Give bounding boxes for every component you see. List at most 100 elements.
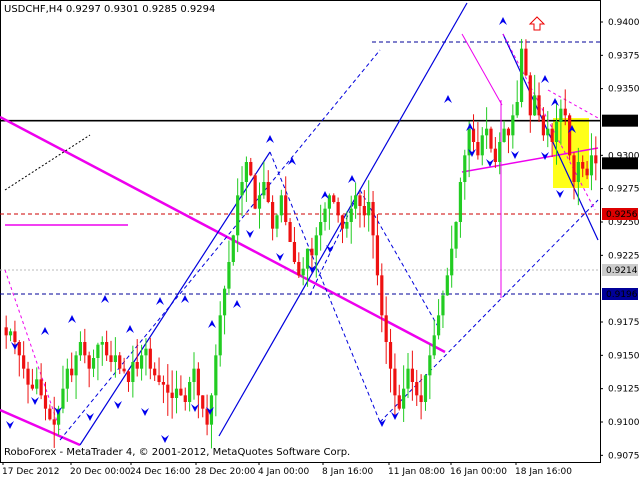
candle-body	[61, 388, 65, 409]
candle-body	[314, 235, 318, 256]
candle-body	[428, 355, 432, 376]
candle-body	[585, 168, 589, 176]
candle-body	[240, 182, 244, 196]
candle-body	[139, 355, 144, 369]
candle	[231, 234, 235, 266]
candle-body	[13, 331, 17, 342]
candle-body	[498, 142, 502, 162]
candle-body	[284, 195, 288, 222]
candle-body	[471, 128, 476, 142]
candle-body	[170, 392, 174, 398]
candle-body	[100, 342, 104, 345]
candle-body	[432, 335, 436, 356]
candle-body	[506, 128, 511, 136]
candle-body	[266, 182, 270, 202]
candle-body	[105, 342, 109, 356]
candle-body	[537, 95, 541, 116]
candle-body	[78, 342, 83, 356]
candle-body	[581, 162, 585, 169]
candle-body	[188, 382, 192, 402]
candle-body	[231, 235, 235, 262]
candle-body	[554, 122, 559, 142]
candle-body	[367, 202, 371, 216]
candle-body	[541, 115, 546, 136]
candle-body	[196, 368, 200, 396]
price-tag-label: 0.9256	[606, 210, 638, 220]
candle-body	[227, 262, 231, 289]
candle-body	[257, 195, 262, 209]
candle-body	[166, 384, 170, 393]
candle-body	[122, 368, 126, 372]
candle-body	[52, 419, 56, 425]
candle-body	[275, 215, 279, 229]
x-tick-label: 24 Dec 16:00	[130, 467, 191, 477]
candle-body	[340, 215, 345, 229]
candle-body	[393, 368, 397, 396]
candle-body	[297, 262, 301, 276]
candle-body	[576, 162, 580, 182]
candle-body	[96, 344, 100, 358]
candle-body	[419, 395, 423, 402]
candle-body	[371, 202, 375, 236]
candle-body	[336, 202, 340, 216]
candle-body	[153, 368, 157, 376]
candle-body	[375, 235, 380, 276]
x-tick-label: 20 Dec 00:00	[70, 467, 131, 477]
x-tick-label: 4 Jan 00:00	[258, 467, 310, 477]
x-tick-label: 17 Dec 2012	[2, 467, 60, 477]
candle-body	[144, 348, 148, 356]
x-tick-label: 28 Dec 20:00	[195, 467, 256, 477]
y-tick-label: 0.9175	[608, 318, 640, 328]
x-tick-label: 18 Jan 16:00	[515, 467, 572, 477]
candle-body	[271, 202, 275, 229]
candle-body	[301, 268, 305, 276]
candle-body	[148, 348, 152, 369]
x-tick-label: 8 Jan 16:00	[322, 467, 374, 477]
candle-body	[244, 162, 249, 182]
candle-body	[8, 331, 13, 336]
candle-body	[454, 222, 458, 249]
candle-body	[480, 135, 484, 156]
y-tick-label: 0.9075	[608, 451, 640, 461]
candle-body	[218, 315, 222, 356]
candle-body	[528, 75, 532, 116]
y-tick-label: 0.9125	[608, 385, 640, 395]
y-tick-label: 0.9100	[608, 418, 640, 428]
chart-title: USDCHF,H4 0.9297 0.9301 0.9285 0.9294	[4, 4, 215, 15]
y-tick-label: 0.9350	[608, 85, 640, 95]
candle-body	[406, 368, 410, 389]
candle-body	[91, 358, 96, 369]
candle-body	[236, 195, 240, 236]
candle-body	[397, 395, 401, 409]
candle-body	[489, 128, 493, 149]
candle-body	[109, 355, 113, 362]
watermark: RoboForex - MetaTrader 4, © 2001-2012, M…	[4, 447, 350, 458]
candle-body	[135, 362, 139, 369]
candle-body	[214, 355, 218, 396]
candle-body	[402, 388, 406, 409]
candle-body	[126, 371, 131, 382]
candle	[568, 113, 572, 161]
candle-body	[319, 222, 323, 236]
candle	[519, 38, 524, 108]
candle-body	[17, 342, 21, 356]
candle-body	[249, 162, 253, 176]
candle-body	[485, 128, 489, 136]
candle-body	[279, 195, 283, 216]
price-tag-label: 0.9326	[606, 117, 638, 127]
candle-body	[515, 102, 519, 116]
candle-body	[174, 388, 179, 398]
candle-body	[179, 388, 183, 396]
candle-body	[415, 382, 419, 396]
candle-body	[26, 368, 30, 385]
candle-body	[476, 142, 480, 156]
candle-body	[345, 222, 349, 229]
candle-body	[384, 315, 388, 342]
candle-body	[292, 242, 297, 262]
price-tag-label: 0.9294	[606, 159, 638, 169]
candle-body	[524, 48, 528, 76]
candle-body	[4, 327, 8, 336]
y-tick-label: 0.9375	[608, 51, 640, 61]
candle-body	[353, 195, 358, 209]
candle-body	[113, 355, 117, 362]
